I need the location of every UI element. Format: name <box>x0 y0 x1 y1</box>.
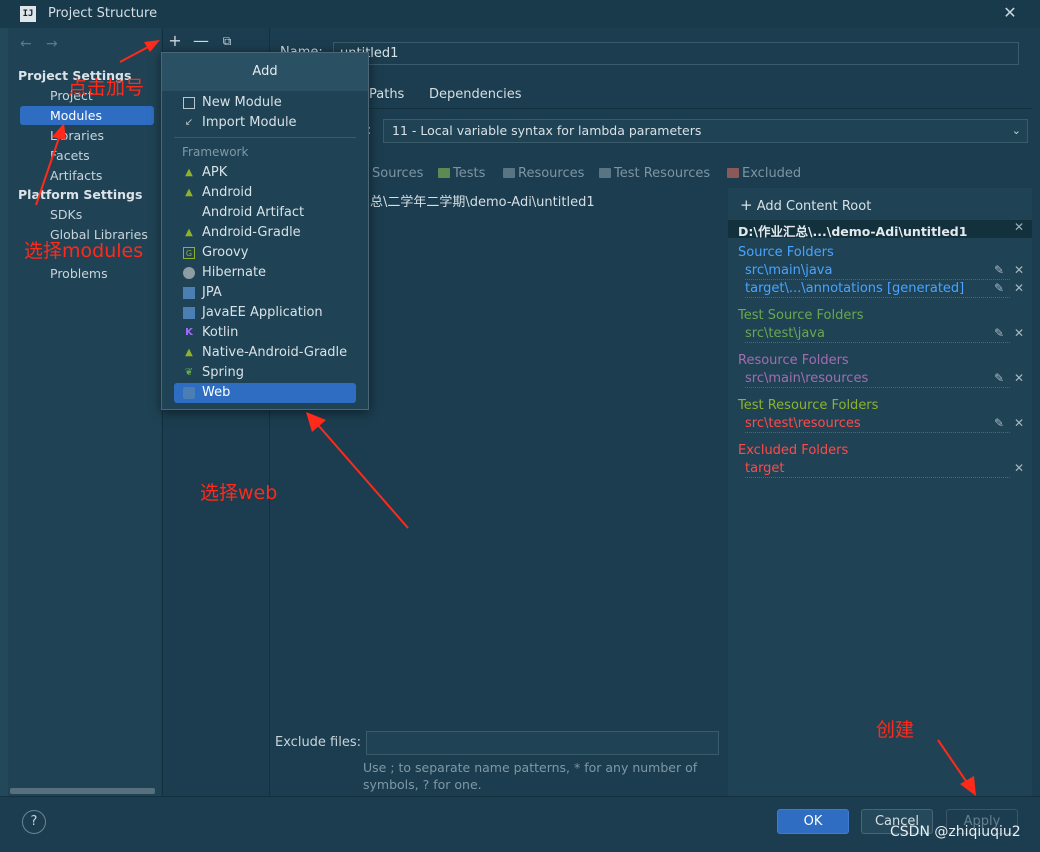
arrowhead-create <box>960 776 976 796</box>
arrowhead-modules <box>52 123 66 140</box>
arrow-to-plus <box>119 45 151 63</box>
arrowhead-plus <box>144 40 160 52</box>
arrow-to-create <box>937 739 969 785</box>
arrowhead-web <box>306 412 326 432</box>
annotation-arrows <box>35 40 976 796</box>
arrow-to-web <box>317 424 409 529</box>
arrow-to-modules <box>35 134 61 206</box>
